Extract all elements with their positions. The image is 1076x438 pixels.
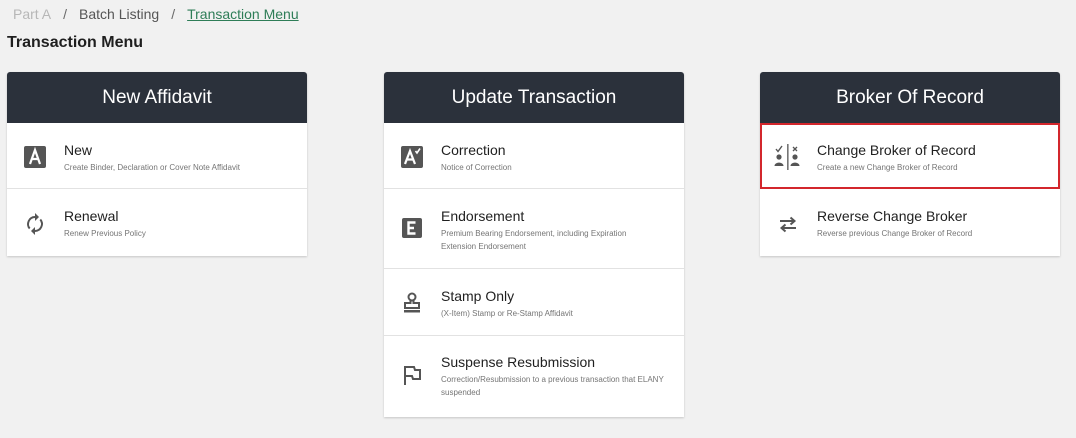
suspense-resubmission-item[interactable]: Suspense Resubmission Correction/Resubmi… [384, 336, 684, 417]
item-description: Renew Previous Policy [64, 229, 146, 238]
refresh-icon [21, 210, 49, 238]
item-description: Create a new Change Broker of Record [817, 163, 958, 172]
item-description: Premium Bearing Endorsement, including E… [441, 229, 627, 251]
page-title: Transaction Menu [7, 34, 144, 51]
item-title: Stamp Only [441, 288, 515, 304]
item-title: Endorsement [441, 208, 525, 224]
item-title: Correction [441, 142, 506, 158]
breadcrumb-batch-listing[interactable]: Batch Listing [79, 6, 159, 22]
breadcrumb: Part A / Batch Listing / Transaction Men… [13, 6, 299, 22]
item-title: Suspense Resubmission [441, 354, 596, 370]
item-title: New [64, 142, 93, 158]
item-title: Renewal [64, 208, 119, 224]
item-description: Notice of Correction [441, 163, 512, 172]
card-header: Update Transaction [384, 72, 684, 123]
update-transaction-card: Update Transaction Correction Notice of … [384, 72, 684, 417]
swap-arrows-icon [774, 210, 802, 238]
item-description: Reverse previous Change Broker of Record [817, 229, 973, 238]
breadcrumb-separator: / [63, 6, 68, 22]
letter-a-icon [21, 143, 49, 171]
broker-of-record-card: Broker Of Record Change Broker of Record… [760, 72, 1060, 256]
letter-e-icon [398, 214, 426, 242]
new-affidavit-card: New Affidavit New Create Binder, Declara… [7, 72, 307, 256]
endorsement-item[interactable]: Endorsement Premium Bearing Endorsement,… [384, 189, 684, 269]
correction-item[interactable]: Correction Notice of Correction [384, 123, 684, 189]
item-description: Create Binder, Declaration or Cover Note… [64, 163, 240, 172]
breadcrumb-separator: / [171, 6, 176, 22]
change-broker-of-record-item[interactable]: Change Broker of Record Create a new Cha… [760, 123, 1060, 189]
broker-swap-icon [774, 143, 802, 171]
breadcrumb-transaction-menu[interactable]: Transaction Menu [187, 6, 299, 22]
reverse-change-broker-item[interactable]: Reverse Change Broker Reverse previous C… [760, 189, 1060, 256]
item-title: Change Broker of Record [817, 142, 976, 158]
item-description: (X-Item) Stamp or Re-Stamp Affidavit [441, 309, 573, 318]
stamp-only-item[interactable]: Stamp Only (X-Item) Stamp or Re-Stamp Af… [384, 269, 684, 336]
flag-icon [398, 361, 426, 389]
item-description: Correction/Resubmission to a previous tr… [441, 375, 664, 397]
new-item[interactable]: New Create Binder, Declaration or Cover … [7, 123, 307, 189]
renewal-item[interactable]: Renewal Renew Previous Policy [7, 189, 307, 256]
item-title: Reverse Change Broker [817, 208, 968, 224]
card-header: Broker Of Record [760, 72, 1060, 123]
card-header: New Affidavit [7, 72, 307, 123]
breadcrumb-part-a[interactable]: Part A [13, 6, 51, 22]
letter-a-check-icon [398, 143, 426, 171]
stamp-icon [398, 289, 426, 317]
